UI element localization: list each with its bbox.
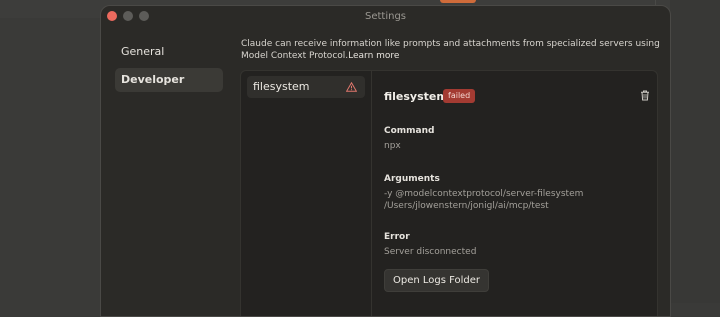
description-text: Claude can receive information like prom… (241, 39, 660, 61)
error-label: Error (384, 232, 410, 242)
command-value: npx (384, 141, 401, 151)
arguments-value-line1: -y @modelcontextprotocol/server-filesyst… (384, 189, 584, 199)
mcp-servers-panel: filesystem filesystem failed Command npx… (240, 70, 658, 316)
error-value: Server disconnected (384, 247, 477, 257)
command-section: Command npx (384, 126, 434, 152)
sidebar-item-general[interactable]: General (115, 40, 223, 64)
warning-icon (346, 82, 357, 92)
server-detail-name: filesystem (384, 90, 448, 103)
server-name: filesystem (253, 80, 310, 93)
trash-icon[interactable] (640, 90, 650, 101)
mcp-description: Claude can receive information like prom… (241, 38, 661, 62)
server-list-item-filesystem[interactable]: filesystem (247, 76, 365, 98)
background-right-area (670, 0, 720, 303)
arguments-label: Arguments (384, 174, 440, 184)
command-label: Command (384, 126, 435, 136)
error-section: Error Server disconnected (384, 232, 476, 258)
open-logs-folder-button[interactable]: Open Logs Folder (384, 269, 490, 292)
learn-more-link[interactable]: Learn more (348, 51, 399, 61)
settings-window: Settings General Developer Claude can re… (100, 5, 671, 317)
arguments-section: Arguments -y @modelcontextprotocol/serve… (384, 174, 583, 212)
server-detail: filesystem failed Command npx Arguments … (384, 88, 650, 292)
window-title: Settings (364, 11, 406, 22)
server-list: filesystem (241, 71, 372, 316)
sidebar-item-developer[interactable]: Developer (115, 68, 223, 92)
server-detail-header: filesystem failed (384, 88, 650, 108)
arguments-value-line2: /Users/jlowenstern/jonigl/ai/mcp/test (384, 201, 549, 211)
background-accent-tab (440, 0, 476, 3)
titlebar: Settings (101, 6, 670, 28)
settings-sidebar: General Developer (115, 40, 223, 96)
status-badge: failed (443, 89, 476, 103)
